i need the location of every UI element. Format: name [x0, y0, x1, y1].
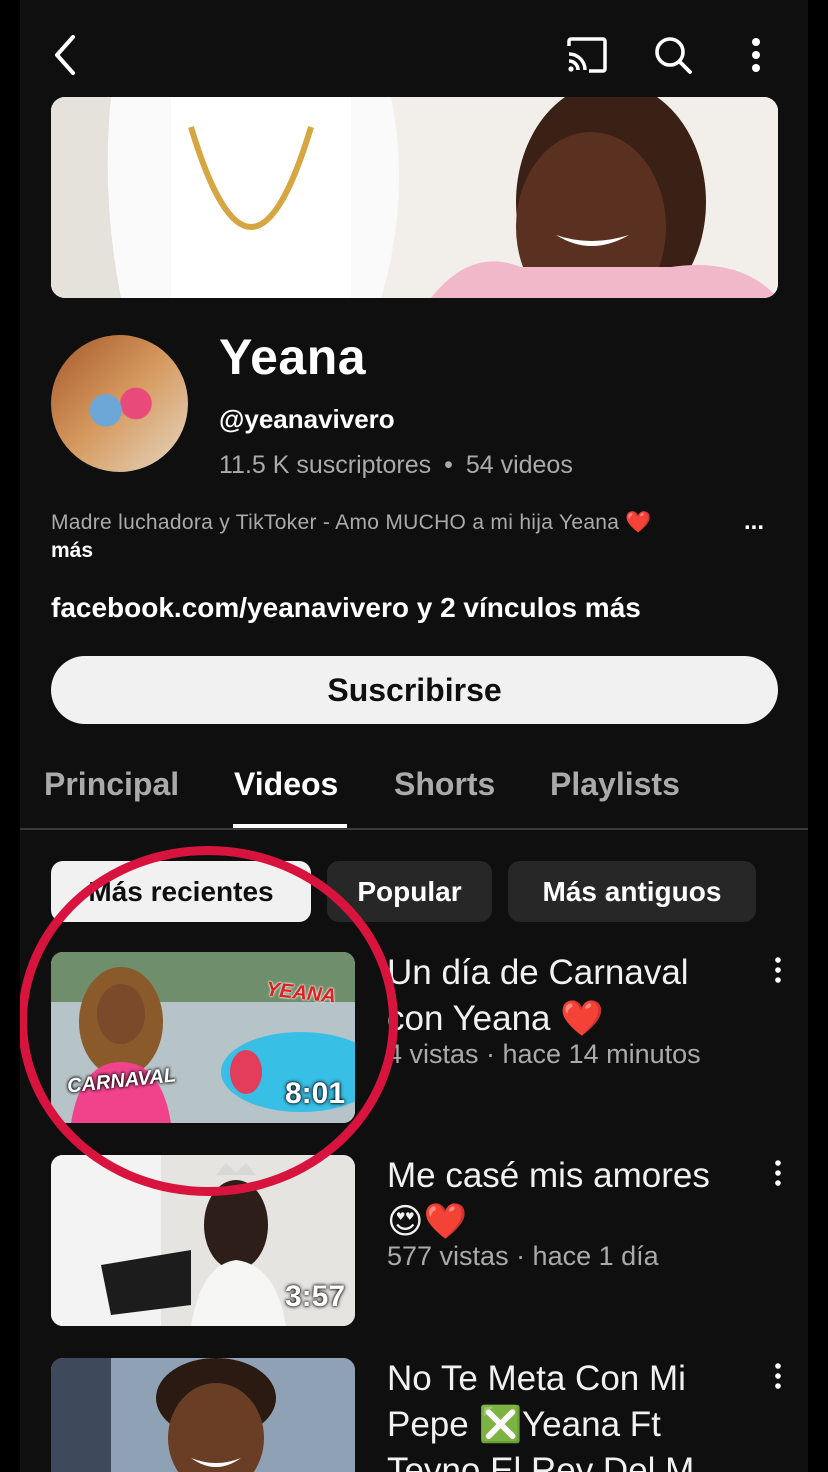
- video-thumbnail[interactable]: CARNAVAL YEANA 8:01: [51, 952, 355, 1123]
- video-meta: 577 vistas · hace 1 día: [387, 1241, 659, 1271]
- back-button[interactable]: [44, 30, 88, 80]
- more-vert-icon: [775, 1160, 781, 1186]
- channel-avatar[interactable]: [51, 335, 188, 472]
- tab-playlists[interactable]: Playlists: [550, 766, 680, 803]
- tab-videos[interactable]: Videos: [234, 766, 338, 803]
- chip-mas-recientes[interactable]: Más recientes: [51, 861, 311, 922]
- channel-banner: [51, 97, 778, 298]
- video-meta: 4 vistas · hace 14 minutos: [387, 1039, 701, 1069]
- channel-links[interactable]: facebook.com/yeanavivero y 2 vínculos má…: [51, 592, 641, 624]
- video-title[interactable]: No Te Meta Con Mi Pepe ❎Yeana Ft Teyno E…: [387, 1356, 747, 1472]
- channel-name: Yeana: [219, 329, 367, 385]
- channel-links-more: y 2 vínculos más: [408, 592, 641, 623]
- chip-mas-antiguos[interactable]: Más antiguos: [508, 861, 756, 922]
- channel-stats: 11.5 K suscriptores • 54 videos: [219, 451, 573, 480]
- video-count: 54 videos: [465, 451, 573, 479]
- description-ellipsis: ...: [744, 508, 765, 535]
- channel-tabs: Principal Videos Shorts Playlists: [20, 760, 808, 830]
- cast-button[interactable]: [562, 32, 612, 78]
- channel-description[interactable]: Madre luchadora y TikToker - Amo MUCHO a…: [51, 511, 791, 535]
- active-tab-indicator: [233, 824, 347, 828]
- video-title[interactable]: Me casé mis amores 😍❤️: [387, 1153, 747, 1245]
- search-button[interactable]: [648, 32, 698, 78]
- search-icon: [655, 37, 692, 74]
- channel-link-primary: facebook.com/yeanavivero: [51, 592, 409, 623]
- more-options-button[interactable]: [734, 32, 778, 78]
- video-options-button[interactable]: [766, 1158, 790, 1198]
- description-more-link[interactable]: más: [51, 539, 93, 563]
- video-duration: 8:01: [284, 1077, 345, 1110]
- video-duration: 3:57: [284, 1280, 345, 1313]
- video-thumbnail[interactable]: 3:57: [51, 1155, 355, 1326]
- chevron-left-icon: [55, 35, 75, 75]
- subscriber-count: 11.5 K suscriptores: [219, 451, 432, 479]
- more-vert-icon: [752, 38, 760, 72]
- more-vert-icon: [775, 1363, 781, 1389]
- stats-separator: •: [444, 451, 453, 479]
- video-options-button[interactable]: [766, 955, 790, 995]
- thumbnail-image: [51, 1358, 355, 1472]
- channel-screen: Yeana @yeanavivero 11.5 K suscriptores •…: [20, 0, 808, 1472]
- cast-icon: [567, 37, 607, 73]
- chip-popular[interactable]: Popular: [327, 861, 492, 922]
- subscribe-button[interactable]: Suscribirse: [51, 656, 778, 724]
- tab-shorts[interactable]: Shorts: [394, 766, 495, 803]
- video-options-button[interactable]: [766, 1361, 790, 1401]
- video-thumbnail[interactable]: [51, 1358, 355, 1472]
- video-title[interactable]: Un día de Carnaval con Yeana ❤️: [387, 950, 747, 1042]
- more-vert-icon: [775, 957, 781, 983]
- top-app-bar: [20, 0, 808, 100]
- tab-principal[interactable]: Principal: [44, 766, 179, 803]
- banner-image: [51, 97, 778, 298]
- channel-handle: @yeanavivero: [219, 404, 395, 434]
